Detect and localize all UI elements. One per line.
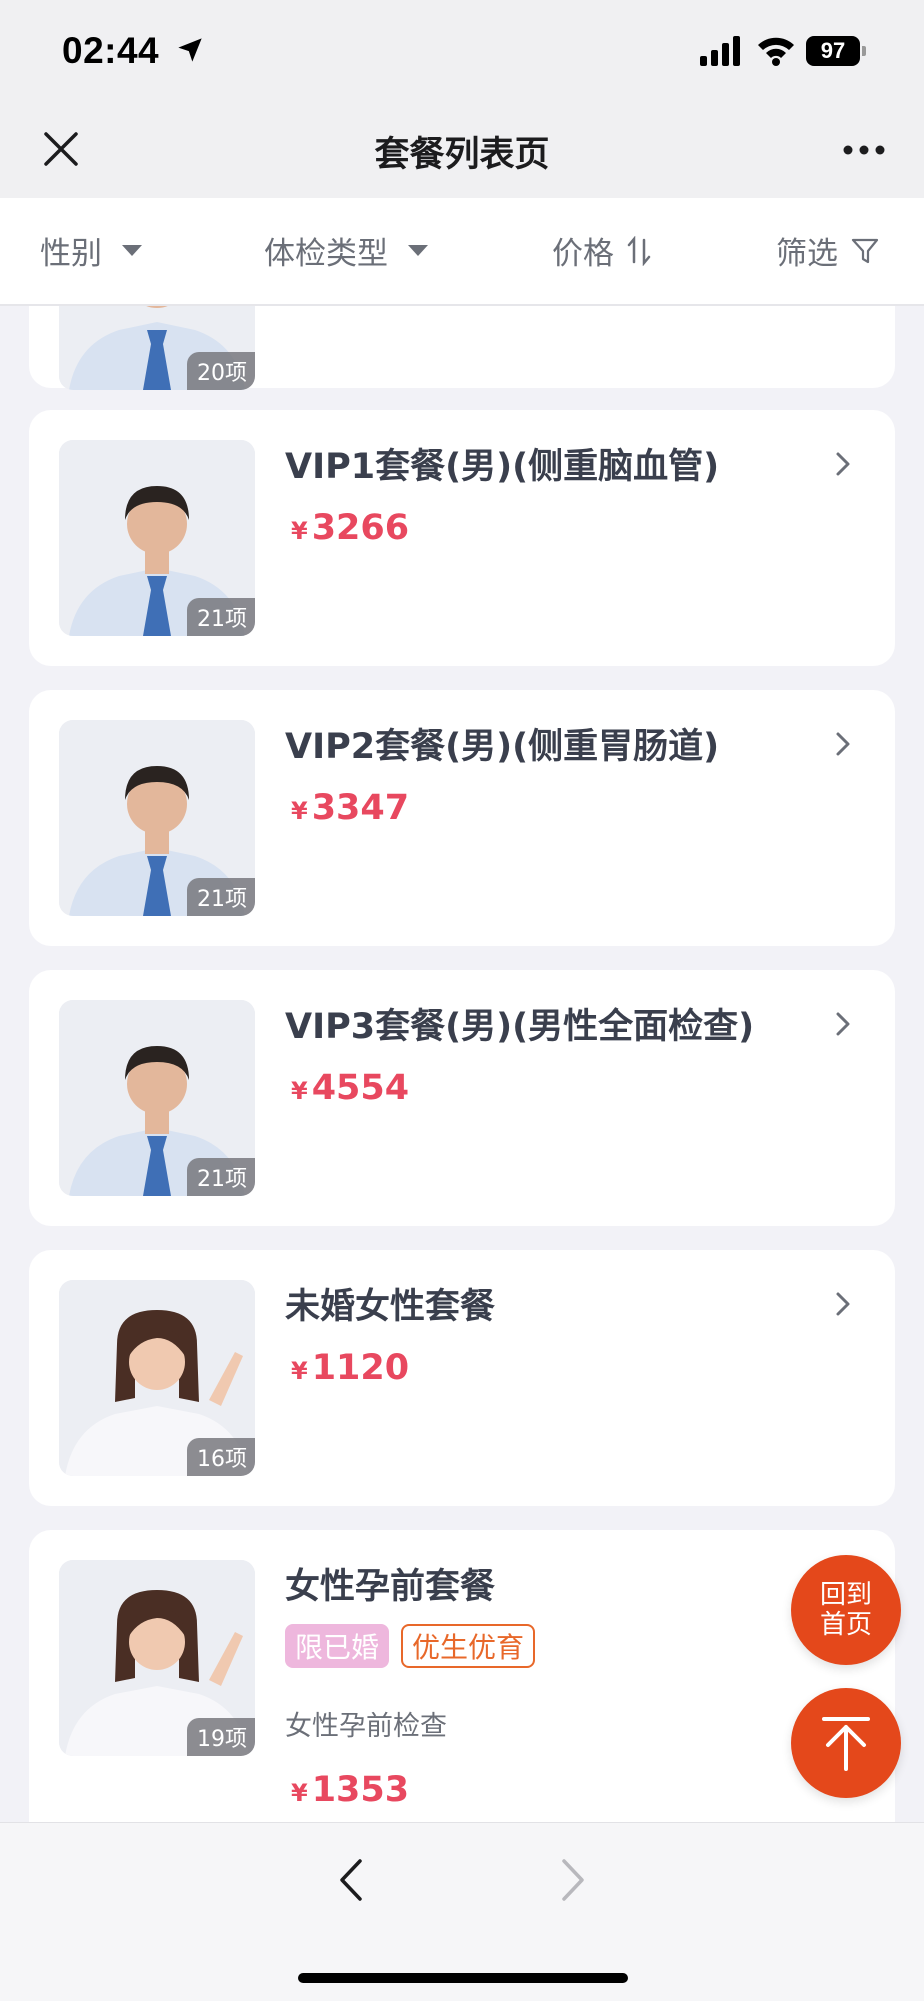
package-tags: 限已婚 优生优育 xyxy=(285,1624,536,1668)
item-count-badge: 16项 xyxy=(187,1438,255,1476)
battery-level: 97 xyxy=(806,36,860,66)
price-value: 3266 xyxy=(311,508,410,548)
item-count-badge: 20项 xyxy=(187,352,255,390)
back-to-home-line2: 首页 xyxy=(819,1610,872,1640)
arrow-up-icon xyxy=(822,1717,870,1771)
package-card[interactable]: 16项 未婚女性套餐 ¥1120 xyxy=(29,1250,895,1506)
chevron-right-icon xyxy=(836,1012,850,1036)
item-count-badge: 19项 xyxy=(187,1718,255,1756)
filter-gender[interactable]: 性别 xyxy=(40,228,142,273)
filter-gender-label: 性别 xyxy=(40,236,102,272)
price-value: 1120 xyxy=(311,1348,410,1388)
currency-symbol: ¥ xyxy=(291,1357,308,1385)
caret-down-icon xyxy=(408,245,428,256)
page-title: 套餐列表页 xyxy=(374,135,550,175)
home-indicator xyxy=(298,1973,628,1983)
package-card[interactable]: 21项 VIP2套餐(男)(侧重胃肠道) ¥3347 xyxy=(29,690,895,946)
filter-price[interactable]: 价格 xyxy=(552,228,652,273)
back-arrow-icon[interactable] xyxy=(336,1857,366,1903)
currency-symbol: ¥ xyxy=(291,1779,308,1807)
price-value: 1353 xyxy=(311,1770,410,1810)
location-arrow-icon xyxy=(178,38,202,62)
more-icon[interactable] xyxy=(842,144,886,156)
chevron-right-icon xyxy=(836,732,850,756)
chevron-right-icon xyxy=(836,1292,850,1316)
filter-exam-type[interactable]: 体检类型 xyxy=(264,228,428,273)
nav-bar: 套餐列表页 xyxy=(0,104,924,198)
package-card[interactable]: 21项 VIP3套餐(男)(男性全面检查) ¥4554 xyxy=(29,970,895,1226)
package-thumbnail: 21项 xyxy=(59,440,255,636)
item-count-badge: 21项 xyxy=(187,598,255,636)
sort-icon xyxy=(627,235,651,266)
package-thumbnail: 20项 xyxy=(59,304,255,390)
tag-eugenic: 优生优育 xyxy=(401,1624,536,1668)
status-bar: 02:44 97 xyxy=(0,0,924,104)
back-to-home-button[interactable]: 回到 首页 xyxy=(791,1555,901,1665)
item-count-badge: 21项 xyxy=(187,1158,255,1196)
package-price: ¥3347 xyxy=(291,788,409,828)
package-card[interactable]: 19项 女性孕前套餐 限已婚 优生优育 女性孕前检查 ¥1353 xyxy=(29,1530,895,1822)
filter-price-label: 价格 xyxy=(552,236,614,272)
caret-down-icon xyxy=(122,245,142,256)
scroll-to-top-button[interactable] xyxy=(791,1688,901,1798)
package-description: 女性孕前检查 xyxy=(285,1711,447,1742)
package-title: 未婚女性套餐 xyxy=(285,1287,496,1327)
package-title: VIP2套餐(男)(侧重胃肠道) xyxy=(285,727,720,767)
package-price: ¥4554 xyxy=(291,1068,409,1108)
item-count-badge: 21项 xyxy=(187,878,255,916)
currency-symbol: ¥ xyxy=(291,517,308,545)
forward-arrow-icon[interactable] xyxy=(558,1857,588,1903)
browser-toolbar xyxy=(0,1822,924,2001)
cellular-signal-icon xyxy=(700,36,740,66)
filter-bar: 性别 体检类型 价格 筛选 xyxy=(0,198,924,306)
package-thumbnail: 21项 xyxy=(59,1000,255,1196)
package-title: VIP1套餐(男)(侧重脑血管) xyxy=(285,447,720,487)
package-price: ¥3266 xyxy=(291,508,409,548)
package-price: ¥1120 xyxy=(291,1348,409,1388)
battery-icon: 97 xyxy=(806,36,866,66)
currency-symbol: ¥ xyxy=(291,797,308,825)
filter-more[interactable]: 筛选 xyxy=(776,228,880,273)
package-card[interactable]: 21项 VIP1套餐(男)(侧重脑血管) ¥3266 xyxy=(29,410,895,666)
price-value: 4554 xyxy=(311,1068,410,1108)
filter-exam-type-label: 体检类型 xyxy=(264,236,388,272)
package-list: 20项 21项 VIP1套餐(男)(侧重脑血管) ¥3266 21项 VIP2套… xyxy=(0,304,924,1822)
chevron-right-icon xyxy=(836,452,850,476)
package-price: ¥1353 xyxy=(291,1770,409,1810)
package-thumbnail: 16项 xyxy=(59,1280,255,1476)
status-time: 02:44 xyxy=(62,30,160,71)
package-thumbnail: 19项 xyxy=(59,1560,255,1756)
package-title: VIP3套餐(男)(男性全面检查) xyxy=(285,1007,755,1047)
tag-married-only: 限已婚 xyxy=(285,1624,390,1668)
price-value: 3347 xyxy=(311,788,410,828)
package-thumbnail: 21项 xyxy=(59,720,255,916)
back-to-home-line1: 回到 xyxy=(819,1580,872,1610)
package-title: 女性孕前套餐 xyxy=(285,1567,496,1607)
currency-symbol: ¥ xyxy=(291,1077,308,1105)
filter-more-label: 筛选 xyxy=(776,236,838,272)
funnel-icon xyxy=(851,238,879,263)
package-card[interactable]: 20项 xyxy=(29,304,895,390)
wifi-icon xyxy=(758,37,794,66)
